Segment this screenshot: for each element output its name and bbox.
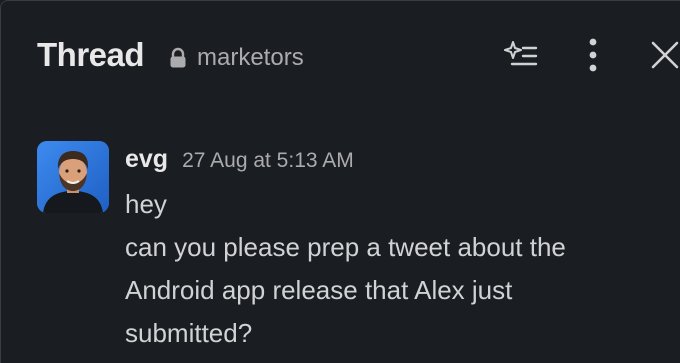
more-options-icon[interactable] — [573, 35, 613, 75]
message-timestamp[interactable]: 27 Aug at 5:13 AM — [182, 149, 354, 173]
ai-summary-icon[interactable] — [501, 35, 541, 75]
thread-title: Thread — [37, 36, 145, 73]
message-line: Android app release that Alex just — [125, 275, 513, 305]
avatar[interactable] — [37, 141, 109, 213]
thread-pane: Thread marketors evg 27 Aug at 5:13 AM h… — [0, 0, 680, 363]
lock-icon — [169, 47, 187, 69]
message-line: hey — [125, 189, 167, 219]
thread-header: Thread marketors — [1, 1, 680, 109]
message-body: hey can you please prep a tweet about th… — [125, 183, 665, 355]
message-header: evg 27 Aug at 5:13 AM — [125, 145, 354, 174]
author-name[interactable]: evg — [125, 145, 168, 174]
message-line: can you please prep a tweet about the — [125, 232, 566, 262]
channel-name: marketors — [197, 44, 304, 71]
channel-link[interactable]: marketors — [169, 43, 304, 73]
message-line: submitted? — [125, 318, 253, 348]
close-icon[interactable] — [645, 35, 680, 75]
